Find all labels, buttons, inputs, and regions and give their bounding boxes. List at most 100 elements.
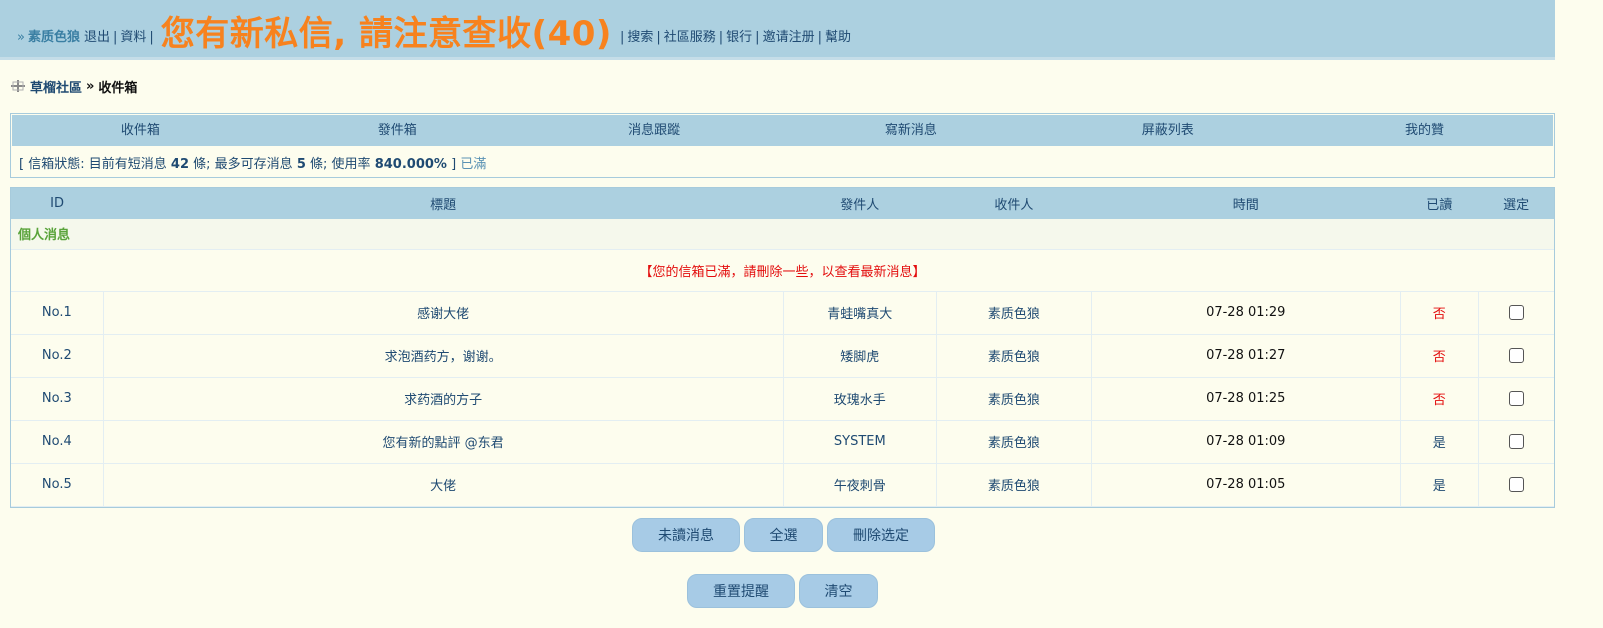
nav-separator: | — [113, 30, 118, 45]
logout-link[interactable]: 退出 — [84, 26, 110, 45]
tab-my-likes[interactable]: 我的贊 — [1296, 115, 1553, 146]
nav-separator: | — [755, 30, 760, 45]
select-all-button[interactable]: 全選 — [744, 518, 823, 552]
message-receiver: 素质色狼 — [936, 420, 1092, 464]
section-title: 個人消息 — [11, 219, 1554, 250]
message-title-link[interactable]: 求药酒的方子 — [404, 393, 482, 408]
nav-separator: | — [656, 30, 661, 45]
table-row: No.1 感谢大佬 青蛙嘴真大 素质色狼 07-28 01:29 否 — [11, 291, 1554, 335]
status-unit: 條; — [310, 157, 328, 172]
column-header-time: 時間 — [1232, 198, 1259, 213]
invite-register-link[interactable]: 邀请注册 — [763, 26, 815, 45]
tab-inbox[interactable]: 收件箱 — [12, 115, 269, 146]
message-id: No.1 — [11, 291, 104, 335]
message-time: 07-28 01:29 — [1091, 291, 1401, 335]
message-title-link[interactable]: 大佬 — [430, 479, 456, 494]
message-read-status: 是 — [1400, 463, 1479, 507]
table-row: No.4 您有新的點評 @东君 SYSTEM 素质色狼 07-28 01:09 … — [11, 420, 1554, 464]
mailbox-status: [ 信箱狀態: 目前有短消息 42 條; 最多可存消息 5 條; 使用率 840… — [11, 147, 1554, 178]
help-link[interactable]: 幫助 — [825, 26, 851, 45]
message-read-status: 否 — [1400, 291, 1479, 335]
message-title-link[interactable]: 感谢大佬 — [417, 307, 469, 322]
notice-row: 【您的信箱已滿，請刪除一些，以查看最新消息】 — [11, 249, 1554, 292]
message-id: No.5 — [11, 463, 104, 507]
message-time: 07-28 01:05 — [1091, 463, 1401, 507]
mailbox-tabs: 收件箱 發件箱 消息跟蹤 寫新消息 屏蔽列表 我的贊 — [12, 115, 1553, 146]
tab-outbox[interactable]: 發件箱 — [269, 115, 526, 146]
mailbox-panel: 收件箱 發件箱 消息跟蹤 寫新消息 屏蔽列表 我的贊 [ 信箱狀態: 目前有短消… — [10, 113, 1555, 178]
message-list-panel: ID 標題 發件人 收件人 時間 已讀 選定 個人消息 【您的信箱已滿，請刪除一… — [10, 187, 1555, 508]
search-link[interactable]: 搜索 — [627, 26, 653, 45]
message-receiver: 素质色狼 — [936, 334, 1092, 378]
select-checkbox[interactable] — [1508, 434, 1524, 449]
forum-home-icon — [11, 80, 25, 92]
delete-selected-button[interactable]: 刪除选定 — [827, 518, 935, 552]
top-navigation-bar: » 素质色狼 退出 | 資料 | 您有新私信, 請注意查收(40) | 搜索 |… — [0, 0, 1555, 60]
message-sender-link[interactable]: 矮脚虎 — [840, 350, 879, 365]
select-checkbox[interactable] — [1508, 305, 1524, 320]
message-sender-link[interactable]: 午夜刺骨 — [834, 479, 886, 494]
select-checkbox[interactable] — [1508, 391, 1524, 406]
message-read-status: 否 — [1400, 377, 1479, 421]
status-text-rate: 使用率 — [331, 157, 371, 172]
new-message-alert-link[interactable]: 您有新私信, 請注意查收(40) — [161, 17, 612, 51]
message-title-link[interactable]: 求泡酒药方，谢谢。 — [385, 350, 502, 365]
table-row: No.3 求药酒的方子 玫瑰水手 素质色狼 07-28 01:25 否 — [11, 377, 1554, 421]
column-header-id: ID — [50, 196, 64, 211]
nav-separator: | — [817, 30, 822, 45]
message-sender-link[interactable]: SYSTEM — [834, 434, 886, 449]
message-time: 07-28 01:25 — [1091, 377, 1401, 421]
bank-link[interactable]: 银行 — [726, 26, 752, 45]
status-unit: 條; — [193, 157, 211, 172]
profile-link[interactable]: 資料 — [120, 26, 146, 45]
mailbox-actions: 重置提醒 清空 — [687, 574, 878, 608]
message-sender-link[interactable]: 青蛙嘴真大 — [827, 307, 892, 322]
clear-button[interactable]: 清空 — [799, 574, 878, 608]
column-header-title: 標題 — [430, 198, 457, 213]
column-header-receiver: 收件人 — [994, 198, 1034, 213]
message-title-link[interactable]: 您有新的點評 @东君 — [383, 436, 504, 451]
mailbox-full-badge: 已滿 — [460, 157, 487, 172]
message-count: 42 — [170, 157, 189, 172]
nav-separator: | — [149, 30, 154, 45]
breadcrumb-home-link[interactable]: 草榴社區 — [30, 77, 82, 96]
message-receiver: 素质色狼 — [936, 377, 1092, 421]
message-actions: 未讀消息 全選 刪除选定 — [632, 518, 935, 552]
table-header-row: ID 標題 發件人 收件人 時間 已讀 選定 — [11, 188, 1554, 219]
community-services-link[interactable]: 社區服務 — [664, 26, 716, 45]
select-checkbox[interactable] — [1508, 477, 1524, 492]
section-row: 個人消息 — [11, 219, 1554, 250]
message-table: ID 標題 發件人 收件人 時間 已讀 選定 個人消息 【您的信箱已滿，請刪除一… — [11, 188, 1554, 507]
tab-message-tracking[interactable]: 消息跟蹤 — [526, 115, 783, 146]
select-checkbox[interactable] — [1508, 348, 1524, 363]
column-header-select: 選定 — [1503, 198, 1530, 213]
status-label: 信箱狀態: — [28, 157, 85, 172]
status-text-max: 最多可存消息 — [214, 157, 293, 172]
tab-write-message[interactable]: 寫新消息 — [782, 115, 1039, 146]
tab-block-list[interactable]: 屏蔽列表 — [1039, 115, 1296, 146]
message-id: No.4 — [11, 420, 104, 464]
message-receiver: 素质色狼 — [936, 291, 1092, 335]
username-link[interactable]: 素质色狼 — [28, 26, 80, 45]
column-header-read: 已讀 — [1426, 198, 1453, 213]
mailbox-full-notice: 【您的信箱已滿，請刪除一些，以查看最新消息】 — [11, 249, 1554, 292]
status-bracket-close: ] — [451, 157, 457, 172]
nav-separator: | — [619, 30, 625, 45]
reset-alert-button[interactable]: 重置提醒 — [687, 574, 795, 608]
prefix-arrow: » — [17, 30, 25, 45]
message-time: 07-28 01:09 — [1091, 420, 1401, 464]
status-text-current: 目前有短消息 — [88, 157, 167, 172]
message-receiver: 素质色狼 — [936, 463, 1092, 507]
breadcrumb-current: 收件箱 — [98, 80, 138, 96]
message-read-status: 是 — [1400, 420, 1479, 464]
unread-messages-button[interactable]: 未讀消息 — [632, 518, 740, 552]
message-sender-link[interactable]: 玫瑰水手 — [834, 393, 886, 408]
nav-separator: | — [718, 30, 724, 45]
table-row: No.5 大佬 午夜刺骨 素质色狼 07-28 01:05 是 — [11, 463, 1554, 507]
usage-rate: 840.000% — [374, 157, 447, 172]
message-id: No.2 — [11, 334, 104, 378]
message-read-status: 否 — [1400, 334, 1479, 378]
message-max: 5 — [296, 157, 306, 172]
breadcrumb: 草榴社區 » 收件箱 — [10, 77, 138, 96]
status-bracket-open: [ — [19, 157, 25, 172]
